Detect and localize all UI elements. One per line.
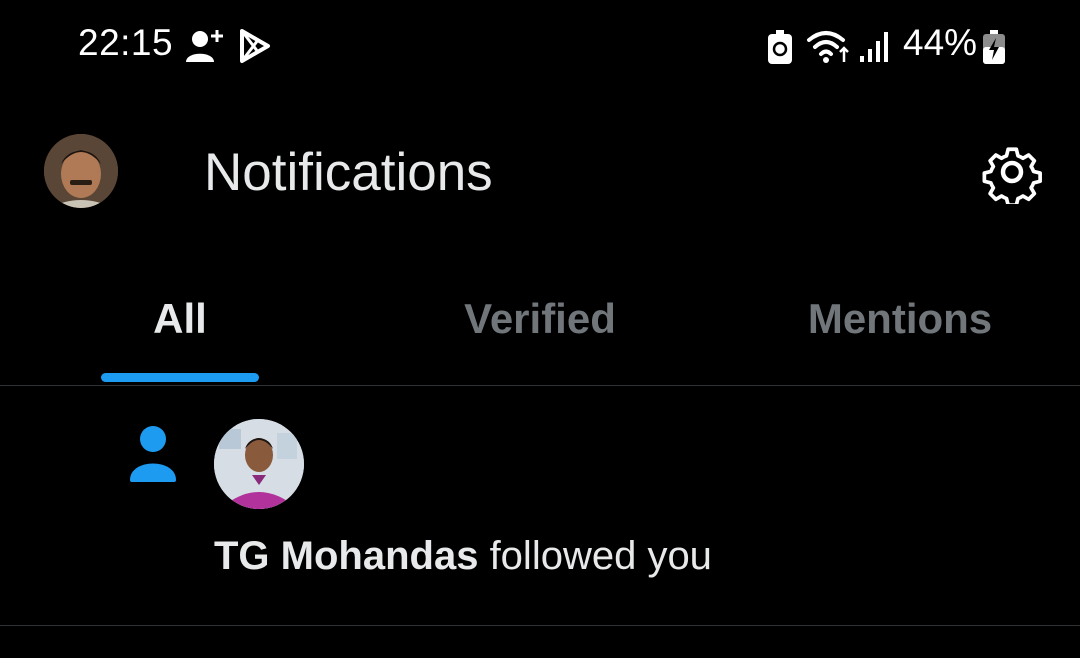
play-store-icon	[240, 29, 270, 63]
tab-bar: All Verified Mentions	[0, 252, 1080, 386]
notification-user-name[interactable]: TG Mohandas	[214, 534, 478, 578]
profile-photo	[44, 134, 118, 208]
user-photo	[214, 419, 304, 509]
page-title: Notifications	[204, 143, 493, 202]
active-tab-indicator	[101, 373, 259, 382]
gear-icon[interactable]	[980, 140, 1044, 204]
user-avatar[interactable]	[214, 419, 304, 509]
status-bar: 22:15 44%	[0, 0, 1080, 92]
battery-percent: 44%	[903, 22, 978, 63]
notification-action: followed you	[478, 534, 712, 578]
battery-charging-icon	[983, 30, 1005, 64]
tab-verified[interactable]: Verified	[360, 252, 720, 385]
header: Notifications	[0, 92, 1080, 252]
person-icon	[130, 426, 176, 482]
notification-text: TG Mohandas followed you	[214, 534, 712, 579]
battery-saver-icon	[768, 30, 792, 64]
tab-all[interactable]: All	[0, 252, 360, 385]
notification-item[interactable]: TG Mohandas followed you	[0, 386, 1080, 626]
wifi-icon	[807, 31, 849, 63]
profile-avatar[interactable]	[44, 134, 118, 208]
status-time: 22:15	[78, 22, 174, 63]
add-user-icon	[186, 30, 223, 62]
tab-mentions[interactable]: Mentions	[720, 252, 1080, 385]
signal-icon	[860, 32, 888, 62]
